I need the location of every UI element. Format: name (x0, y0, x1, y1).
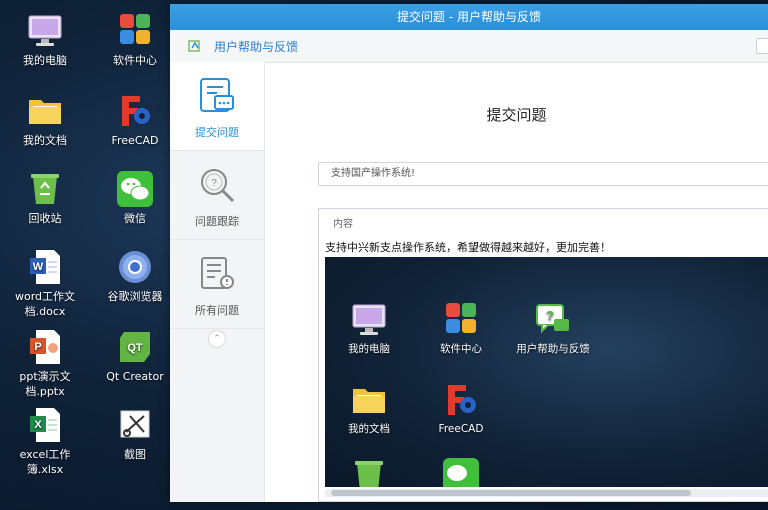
desktop-icon-freecad[interactable]: FreeCAD (94, 92, 176, 148)
all-issues-icon (197, 254, 237, 294)
desktop-icon-qt-creator[interactable]: QT Qt Creator (94, 328, 176, 384)
excel-doc-icon: X (26, 406, 64, 444)
desktop-icon-label: word工作文档.docx (14, 290, 76, 318)
software-center-icon (116, 12, 154, 50)
page-title: 提交问题 (486, 106, 547, 124)
desktop-icon-my-computer[interactable]: 我的电脑 (4, 12, 86, 68)
screenshot-icon (116, 406, 154, 444)
submit-issue-icon (197, 76, 237, 116)
computer-icon (350, 301, 388, 339)
app-name: 用户帮助与反馈 (214, 40, 299, 54)
desktop-icon-chrome[interactable]: 谷歌浏览器 (94, 248, 176, 304)
desktop-icon-label: 截图 (124, 448, 146, 461)
sidebar-item-all-issues[interactable]: 所有问题 (170, 240, 264, 329)
window-menu-button[interactable] (756, 38, 768, 54)
desktop-icon-my-documents[interactable]: 我的文档 (4, 92, 86, 148)
sidebar-item-label: 所有问题 (195, 304, 239, 317)
software-center-icon (442, 301, 480, 339)
folder-icon (350, 381, 388, 419)
desktop-icon-label: 回收站 (28, 212, 62, 225)
desktop-icon-label: 软件中心 (440, 343, 482, 355)
issue-content-editor[interactable]: 内容 支持中兴新支点操作系统，希望做得越来越好，更加完善！ 我的电脑 软件中心 (318, 208, 768, 502)
wechat-icon (442, 457, 480, 487)
sidebar-item-submit-issue[interactable]: 提交问题 (170, 62, 264, 151)
desktop-icon-label: ppt演示文档.pptx (19, 370, 71, 398)
desktop-icon-label: 用户帮助与反馈 (516, 343, 590, 355)
svg-text:W: W (33, 261, 44, 273)
screenshot-desktop-icon: ? 用户帮助与反馈 (505, 301, 601, 357)
desktop-icon-label: 我的文档 (23, 134, 67, 147)
scrollbar-thumb[interactable] (331, 490, 691, 496)
svg-text:P: P (34, 341, 41, 353)
computer-icon (26, 12, 64, 50)
wechat-icon (116, 170, 154, 208)
desktop-icon-label: Qt Creator (106, 370, 164, 383)
desktop-icon-ppt-doc[interactable]: P ppt演示文档.pptx (4, 328, 86, 399)
recycle-bin-icon (350, 457, 388, 487)
freecad-icon (442, 381, 480, 419)
svg-text:QT: QT (127, 342, 143, 354)
svg-text:?: ? (546, 308, 554, 323)
sidebar-item-issue-tracking[interactable]: ? 问题跟踪 (170, 151, 264, 240)
freecad-icon (116, 92, 154, 130)
app-logo-icon (188, 39, 202, 53)
desktop-icon-wechat[interactable]: 微信 (94, 170, 176, 226)
horizontal-scrollbar[interactable] (325, 489, 768, 497)
issue-title-input[interactable] (318, 162, 768, 186)
screenshot-desktop-icon (331, 457, 407, 487)
desktop-icon-label: 我的电脑 (23, 54, 67, 67)
screenshot-desktop-icon (423, 457, 499, 487)
svg-text:X: X (34, 419, 42, 431)
desktop-icon-label: 谷歌浏览器 (107, 290, 163, 303)
folder-icon (26, 92, 64, 130)
app-header: 用户帮助与反馈 (170, 30, 768, 63)
desktop-icon-software-center[interactable]: 软件中心 (94, 12, 176, 68)
recycle-bin-icon (26, 170, 64, 208)
chrome-icon (116, 248, 154, 286)
sidebar-collapse-button[interactable]: ⌃ (208, 330, 226, 348)
word-doc-icon: W (26, 248, 64, 286)
sidebar-item-label: 提交问题 (195, 126, 239, 139)
help-feedback-icon: ? (534, 301, 572, 339)
ppt-doc-icon: P (26, 328, 64, 366)
desktop-icon-label: excel工作簿.xlsx (19, 448, 71, 476)
desktop-icon-word-doc[interactable]: W word工作文档.docx (4, 248, 86, 319)
qt-creator-icon: QT (116, 328, 154, 366)
screenshot-desktop-icon: 软件中心 (423, 301, 499, 357)
screenshot-desktop-icon: FreeCAD (423, 381, 499, 437)
desktop-icon-label: 我的文档 (348, 423, 390, 435)
desktop-icon-label: 微信 (124, 212, 146, 225)
sidebar: 提交问题 ? 问题跟踪 所有问题 ⌃ (170, 62, 265, 502)
feedback-window: 提交问题 - 用户帮助与反馈 用户帮助与反馈 提交问题 ? 问题跟踪 所有问题 … (170, 4, 768, 502)
content-text: 支持中兴新支点操作系统，希望做得越来越好，更加完善！ (325, 241, 611, 254)
desktop-icon-label: 软件中心 (113, 54, 157, 67)
desktop-icon-label: 我的电脑 (348, 343, 390, 355)
attached-screenshot: 我的电脑 软件中心 ? 用户帮助与反馈 我的文档 FreeCAD (325, 257, 768, 487)
screenshot-desktop-icon: 我的电脑 (331, 301, 407, 357)
content-label: 内容 (333, 219, 353, 230)
desktop-icon-recycle-bin[interactable]: 回收站 (4, 170, 86, 226)
desktop-icon-excel-doc[interactable]: X excel工作簿.xlsx (4, 406, 86, 477)
desktop-icon-label: FreeCAD (111, 134, 159, 147)
window-titlebar[interactable]: 提交问题 - 用户帮助与反馈 (170, 4, 768, 30)
main-panel: 提交问题 内容 支持中兴新支点操作系统，希望做得越来越好，更加完善！ 我的电脑 … (265, 62, 768, 502)
desktop-icon-screenshot[interactable]: 截图 (94, 406, 176, 462)
issue-search-icon: ? (197, 165, 237, 205)
screenshot-desktop-icon: 我的文档 (331, 381, 407, 437)
sidebar-item-label: 问题跟踪 (195, 215, 239, 228)
desktop-icon-label: FreeCAD (438, 423, 484, 435)
svg-text:?: ? (211, 178, 217, 189)
